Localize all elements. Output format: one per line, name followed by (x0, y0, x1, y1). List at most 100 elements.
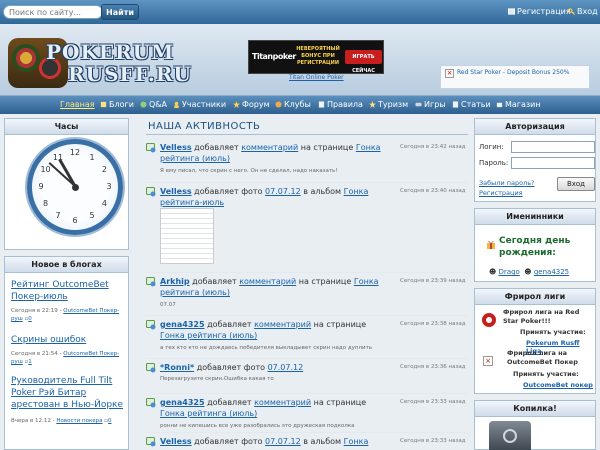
titan-poker-banner[interactable]: Titanpoker НЕВЕРОЯТНЫЙ БОНУС ПРИ РЕГИСТР… (248, 40, 384, 74)
top-bar: Найти Регистрация Вход (0, 0, 600, 24)
activity-user-link[interactable]: Arkhip (160, 277, 190, 286)
activity-object-link[interactable]: комментарий (241, 143, 298, 152)
broken-image-icon: × (445, 69, 454, 78)
activity-comment-icon (146, 320, 156, 330)
activity-user-link[interactable]: gena4325 (160, 320, 205, 329)
freerolls-widget: Фрирол лиги Фрирол лига на Red Star Poke… (474, 288, 596, 394)
blog-post-title[interactable]: Рейтинг OutcomeBet Покер-июль (11, 279, 123, 303)
nav-item-home[interactable]: Главная (60, 100, 95, 109)
auth-widget: Авторизация Логин: Пароль: Забыли пароль… (474, 118, 596, 202)
piggy-bank-title: Копилка! (475, 401, 595, 417)
blog-post-meta: Сегодня в 21:54 - OutcomeBet Покер-руш ▫… (11, 351, 120, 365)
blogs-title: Новое в блогах (5, 257, 128, 273)
broken-image-icon: × (483, 356, 493, 366)
activity-verb: добавляет (207, 398, 252, 407)
activity-item: Velless добавляет комментарий на страниц… (160, 142, 390, 164)
activity-object-link[interactable]: комментарий (254, 320, 311, 329)
activity-comment-icon (146, 363, 156, 373)
nav-item-rules[interactable]: Правила (318, 100, 363, 109)
activity-item: gena4325 добавляет комментарий на страни… (160, 397, 390, 419)
clock-widget: Часы 12 1 2 3 4 5 6 7 8 9 10 11 (4, 118, 129, 250)
activity-comment-icon (146, 437, 156, 447)
birthday-user-link[interactable]: Drago (499, 268, 520, 276)
activity-time: Сегодня в 23:38 назад (400, 321, 466, 327)
banner-play-button[interactable]: ИГРАТЬ СЕЙЧАС (345, 50, 382, 74)
comment-count[interactable]: 0 (28, 316, 32, 322)
activity-mid: на странице (313, 398, 367, 407)
activity-excerpt: Я ему писал, что скрин с него. Он не сде… (160, 168, 338, 174)
register-link-sidebar[interactable]: Регистрация (479, 189, 523, 197)
activity-user-link[interactable]: gena4325 (160, 398, 205, 407)
nav-item-qa[interactable]: Q&A (140, 100, 167, 109)
user-icon: ☻ (489, 268, 497, 276)
activity-time: Сегодня в 23:33 назад (400, 438, 466, 444)
activity-excerpt: а тех кто кто не дождаесь победителя вык… (160, 345, 373, 351)
birthday-user-link[interactable]: gena4325 (534, 268, 569, 276)
games-icon (415, 102, 422, 107)
login-submit-button[interactable]: Вход (557, 177, 595, 191)
activity-user-link[interactable]: Velless (160, 437, 192, 446)
search-button[interactable]: Найти (101, 4, 139, 20)
register-link[interactable]: Регистрация (508, 7, 571, 16)
activity-item: Velless добавляет фото 07.07.12 в альбом… (160, 436, 390, 447)
activity-target-link[interactable]: Гонка рейтинга (июль) (160, 331, 257, 340)
activity-mid: в альбом (303, 437, 342, 446)
login-link[interactable]: Вход (568, 7, 598, 16)
activity-user-link[interactable]: Velless (160, 187, 192, 196)
freeroll-1-title: Фрирол лига на Red Star Poker!!! (503, 308, 580, 325)
activity-time: Сегодня в 23:36 назад (400, 364, 466, 370)
activity-user-link[interactable]: *Ronni* (160, 363, 194, 372)
activity-object-link[interactable]: 07.07.12 (268, 363, 304, 372)
activity-item: gena4325 добавляет комментарий на страни… (160, 319, 390, 341)
activity-photo-thumbnail[interactable] (160, 208, 214, 264)
activity-verb: добавляет (207, 320, 252, 329)
activity-time: Сегодня в 23:40 назад (400, 188, 466, 194)
activity-object-link[interactable]: комментарий (239, 277, 296, 286)
nav-item-tourism[interactable]: Туризм (369, 100, 408, 109)
activity-target-link[interactable]: Гонка рейтинга (июль) (160, 409, 257, 418)
banner-caption-link[interactable]: Titan Online Poker (289, 74, 344, 81)
user-icon: ☻ (524, 268, 532, 276)
forgot-password-link[interactable]: Забыли пароль? (479, 179, 535, 187)
freeroll-2-link[interactable]: OutcomeBet покер (523, 381, 593, 389)
red-star-ad[interactable]: × Red Star Poker - Deposit Bonus 250% (440, 65, 590, 89)
blog-tag-link[interactable]: Новости покера (56, 418, 102, 424)
activity-verb: добавляет (194, 143, 239, 152)
clock-number: 3 (106, 182, 112, 191)
rules-icon (318, 101, 325, 108)
nav-item-clubs[interactable]: Клубы (275, 100, 311, 109)
site-logo[interactable]: POKERUM RUSFF.RU (8, 30, 191, 92)
blog-post-title[interactable]: Руководитель Full Tilt Poker Рэй Битар а… (11, 375, 133, 411)
comment-count[interactable]: 0 (108, 418, 112, 424)
activity-comment-icon (146, 187, 156, 197)
nav-item-members[interactable]: Участники (173, 100, 226, 109)
clock-number: 2 (101, 165, 107, 174)
activity-object-link[interactable]: 07.07.12 (265, 437, 301, 446)
activity-mid: на странице (298, 277, 352, 286)
password-field[interactable] (511, 157, 595, 169)
blog-post-meta: Вчера в 12:12 - Новости покера ▫0 (11, 418, 112, 424)
nav-item-articles[interactable]: Статьи (452, 100, 491, 109)
activity-separator (146, 315, 468, 316)
blog-post-title[interactable]: Скрины ошибок (11, 334, 123, 346)
nav-item-games[interactable]: Игры (415, 100, 446, 109)
activity-user-link[interactable]: Velless (160, 143, 192, 152)
comment-count[interactable]: 1 (28, 359, 32, 365)
activity-verb: добавляет фото (196, 363, 266, 372)
login-field[interactable] (511, 141, 595, 153)
piggy-bank-widget: Копилка! (474, 400, 596, 450)
clock-number: 1 (89, 152, 95, 162)
nav-item-blogs[interactable]: Блоги (100, 100, 134, 109)
star-icon (369, 101, 376, 108)
nav-item-shop[interactable]: Магазин (496, 100, 541, 109)
nav-item-forum[interactable]: Форум (233, 100, 270, 109)
auth-title: Авторизация (475, 119, 595, 135)
activity-excerpt: Перезагрузите скрин.Ошибка какая то (160, 376, 274, 382)
activity-time: Сегодня в 23:42 назад (400, 144, 466, 150)
search-input[interactable] (3, 5, 103, 19)
activity-target-link[interactable]: Гонка (344, 437, 369, 446)
activity-object-link[interactable]: 07.07.12 (265, 187, 301, 196)
clock-number: 10 (40, 165, 51, 174)
activity-item: Velless добавляет фото 07.07.12 в альбом… (160, 186, 390, 208)
activity-object-link[interactable]: комментарий (254, 398, 311, 407)
